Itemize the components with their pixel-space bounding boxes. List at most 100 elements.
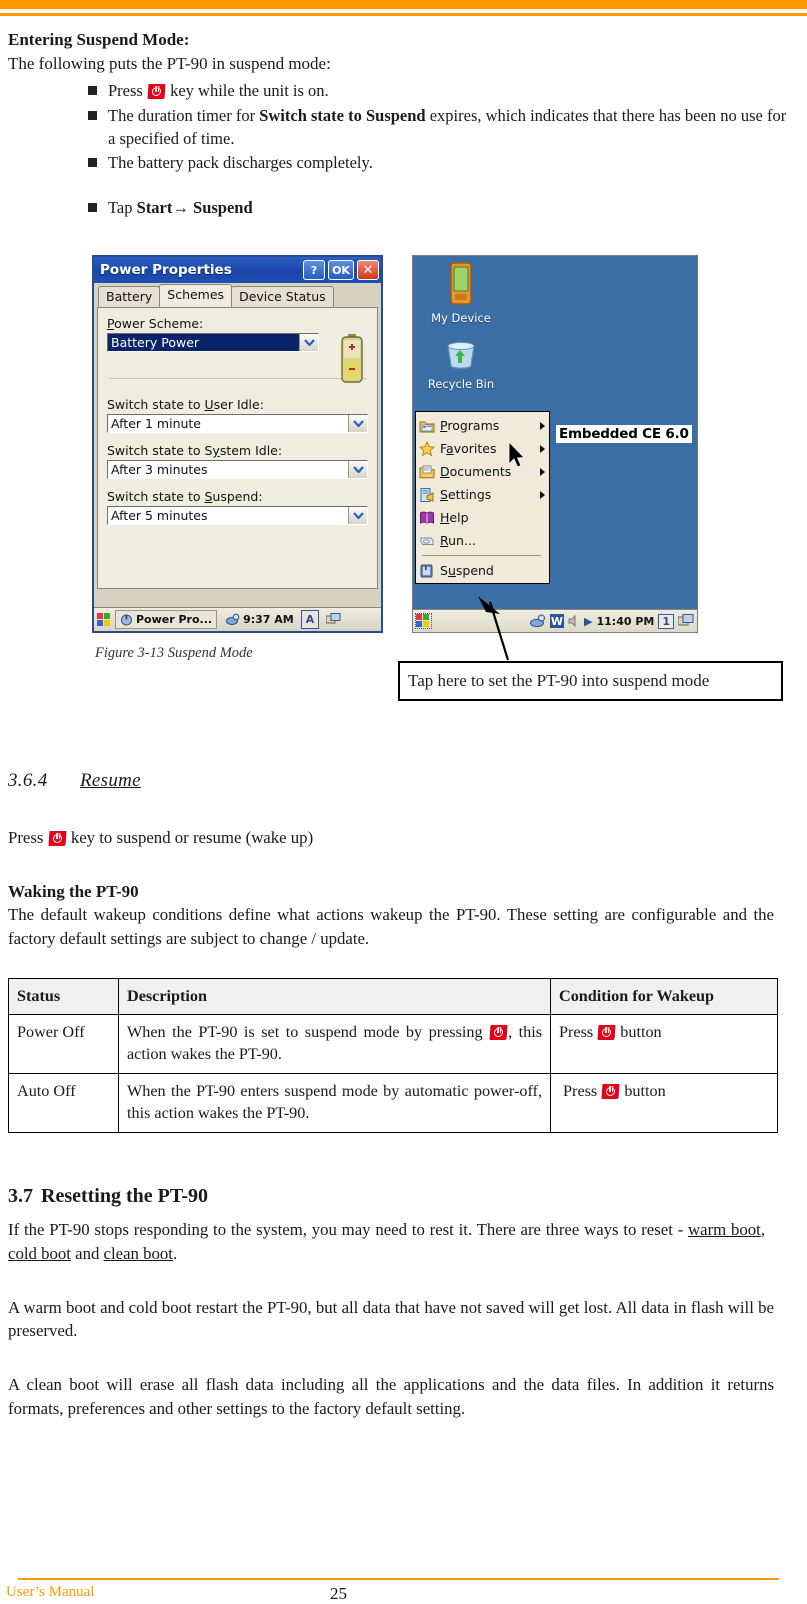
p1-d: . (172, 1243, 178, 1263)
start-menu-item-settings[interactable]: Settings (416, 483, 549, 506)
tray-arrow-icon: ▶ (584, 614, 593, 628)
entering-suspend-heading: Entering Suspend Mode: (8, 30, 190, 49)
bullet-text-3: The battery pack discharges completely. (108, 153, 373, 173)
chevron-down-icon[interactable] (348, 415, 367, 432)
start-menu-item-programs[interactable]: Programs (416, 414, 549, 437)
bullet-text-1b: key while the unit is on. (165, 81, 329, 100)
start-menu-item-documents[interactable]: Documents (416, 460, 549, 483)
suspend-label: Switch state to Suspend: (107, 489, 263, 504)
start-menu-label: Suspend (440, 563, 494, 578)
bullet-text-4: Tap (108, 198, 137, 218)
start-menu-item-help[interactable]: Help (416, 506, 549, 529)
dialog-tabstrip: Battery Schemes Device Status (94, 283, 381, 307)
waking-heading: Waking the PT-90 (8, 881, 139, 901)
cond-post: button (616, 1023, 662, 1042)
ok-button[interactable]: OK (328, 260, 354, 280)
start-button-icon[interactable] (97, 612, 112, 627)
taskbar-clock[interactable]: 11:40 PM (596, 615, 654, 628)
chevron-down-icon[interactable] (348, 507, 367, 524)
tab-schemes[interactable]: Schemes (159, 284, 233, 307)
figure-caption: Figure 3-13 Suspend Mode (95, 645, 253, 661)
start-menu-item-favorites[interactable]: Favorites (416, 437, 549, 460)
warm-boot-link[interactable]: warm boot (688, 1220, 761, 1239)
sip-button[interactable]: A (300, 610, 320, 629)
entering-suspend-section: Entering Suspend Mode: The following put… (0, 30, 807, 222)
list-item: The duration timer for Switch state to S… (8, 105, 791, 151)
resetting-paragraph-2: A warm boot and cold boot restart the PT… (8, 1297, 774, 1341)
volume-tray-icon[interactable] (568, 614, 580, 628)
cell-status: Auto Off (8, 1073, 119, 1133)
desktop-icon-label: My Device (431, 311, 491, 325)
power-properties-dialog[interactable]: Power Properties ? OK ✕ Battery Schemes … (92, 255, 383, 633)
chevron-right-icon (540, 421, 545, 430)
svg-text:W: W (551, 615, 563, 628)
chevron-right-icon (540, 490, 545, 499)
bullet-bold-suspend: Suspend (193, 198, 253, 218)
suspend-bullet-list: Press key while the unit is on. The dura… (8, 80, 791, 220)
taskbar-clock[interactable]: 9:37 AM (222, 610, 298, 629)
cond-pre: Press (563, 1082, 602, 1101)
start-menu-label: Run... (440, 533, 476, 548)
bullet-arrow: → (172, 198, 189, 218)
recycle-bin-icon (447, 341, 475, 369)
documents-icon (419, 465, 435, 478)
bullet-bold-start: Start (136, 198, 173, 218)
close-icon[interactable]: ✕ (357, 260, 379, 280)
tab-battery[interactable]: Battery (98, 286, 161, 307)
chevron-down-icon[interactable] (299, 334, 318, 351)
start-menu-item-suspend[interactable]: Suspend (416, 559, 549, 582)
cold-boot-link[interactable]: cold boot (8, 1244, 71, 1263)
settings-icon (420, 487, 434, 502)
word-tray-icon[interactable]: W (550, 614, 565, 628)
device-icon (450, 262, 472, 305)
page-footer: User’s Manual 25 (0, 1577, 807, 1604)
header-thick-rule (0, 0, 807, 9)
desc-pre: When the PT-90 is set to suspend mode by… (127, 1023, 490, 1042)
system-idle-combo[interactable]: After 3 minutes (107, 460, 368, 479)
desktop-button[interactable] (322, 610, 345, 629)
suspend-icon (420, 564, 433, 577)
waking-body: The default wakeup conditions define wha… (8, 904, 774, 948)
system-idle-value: After 3 minutes (111, 462, 208, 477)
p1-c: and (70, 1243, 104, 1263)
suspend-value: After 5 minutes (111, 508, 208, 523)
start-menu-item-run[interactable]: Run... (416, 529, 549, 552)
show-desktop-icon (326, 613, 341, 624)
chevron-down-icon[interactable] (348, 461, 367, 478)
bullet-square-icon (88, 158, 97, 168)
power-scheme-label-rest: ower Scheme: (114, 316, 204, 331)
desktop-icon-recycle-bin[interactable]: Recycle Bin (421, 338, 501, 391)
power-scheme-group: Power Scheme: Battery Power (107, 316, 368, 352)
power-key-icon (489, 1025, 508, 1041)
page-header-rule (0, 0, 807, 16)
clean-boot-link[interactable]: clean boot (104, 1244, 173, 1263)
wince-desktop-screenshot[interactable]: My Device Recycle Bin Embedded CE 6.0 Pr… (412, 255, 698, 633)
dialog-title-bar: Power Properties ? OK ✕ (94, 257, 381, 283)
tab-device-status[interactable]: Device Status (231, 286, 334, 307)
page-number: 25 (330, 1584, 347, 1603)
system-idle-label: Switch state to System Idle: (107, 443, 283, 458)
resume-press-line: Press key to suspend or resume (wake up) (8, 826, 774, 850)
embedded-ce-label: Embedded CE 6.0 (556, 425, 692, 443)
start-menu-label: Programs (440, 418, 500, 433)
desktop-icon-my-device[interactable]: My Device (421, 262, 501, 325)
suspend-combo[interactable]: After 5 minutes (107, 506, 368, 525)
user-idle-combo[interactable]: After 1 minute (107, 414, 368, 433)
table-row: Auto Off When the PT-90 enters suspend m… (8, 1073, 778, 1133)
help-button[interactable]: ? (303, 260, 325, 280)
bullet-square-icon (88, 203, 97, 213)
section-title: Resetting the PT-90 (41, 1184, 209, 1207)
start-menu[interactable]: Programs Favorites Documents Settings He… (415, 411, 550, 584)
cell-description: When the PT-90 is set to suspend mode by… (118, 1014, 551, 1075)
section-number: 3.7 (8, 1184, 33, 1207)
power-scheme-label: Power Scheme: (107, 316, 204, 331)
lower-content: 3.6.4 Resume Press key to suspend or resu… (0, 770, 807, 1421)
taskbar-badge[interactable]: 1 (658, 613, 674, 629)
start-menu-separator (422, 555, 541, 556)
section-3-7-heading: 3.7 Resetting the PT-90 (8, 1185, 774, 1208)
user-idle-group: Switch state to User Idle: After 1 minut… (107, 397, 368, 433)
show-desktop-icon[interactable] (678, 614, 694, 628)
taskbar-app-button[interactable]: Power Pro... (115, 610, 218, 629)
power-scheme-combo[interactable]: Battery Power (107, 333, 319, 352)
desktop-icon-label: Recycle Bin (427, 377, 495, 391)
